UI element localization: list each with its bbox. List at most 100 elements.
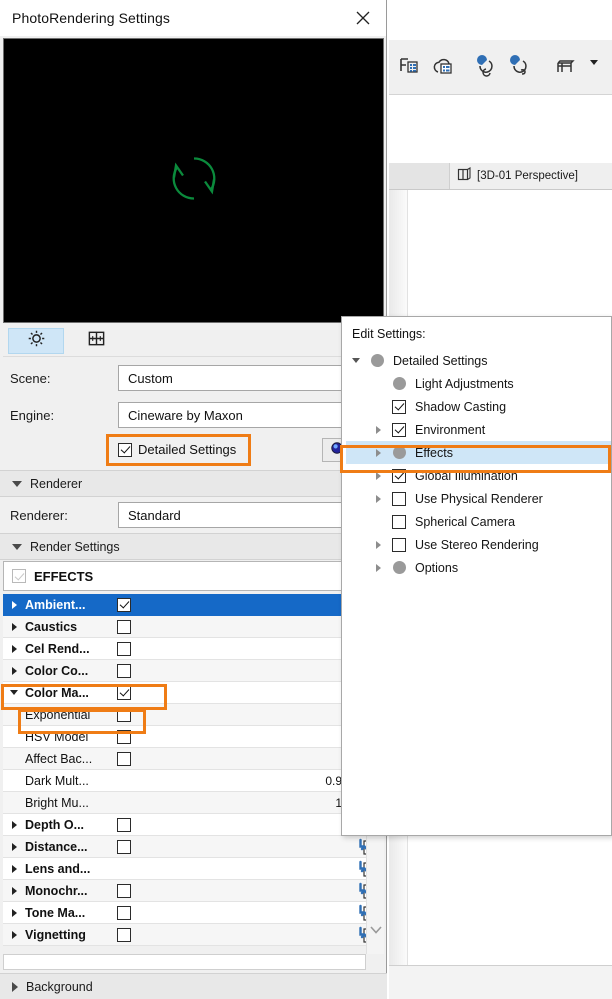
chevron-down-icon-2 bbox=[12, 543, 22, 550]
effects-list-row[interactable]: Ambient... bbox=[3, 594, 384, 616]
edit-settings-tree-row[interactable]: Use Stereo Rendering bbox=[346, 533, 611, 556]
chevron-right-icon[interactable] bbox=[368, 540, 388, 549]
dialog-title: PhotoRendering Settings bbox=[12, 10, 170, 26]
host-toolbar: $ bbox=[389, 40, 612, 95]
effects-row-checkbox[interactable] bbox=[117, 641, 157, 656]
engine-label: Engine: bbox=[10, 407, 55, 423]
edit-settings-tree-row[interactable]: Environment bbox=[346, 418, 611, 441]
edit-settings-tree-row[interactable]: Options bbox=[346, 556, 611, 579]
render-region-icon[interactable] bbox=[475, 55, 499, 79]
effects-row-checkbox[interactable] bbox=[117, 751, 157, 766]
effects-row-label: Monochr... bbox=[25, 883, 88, 898]
expand-arrow-right-icon[interactable] bbox=[3, 842, 25, 851]
chevron-right-icon[interactable] bbox=[368, 563, 388, 572]
expand-arrow-right-icon[interactable] bbox=[3, 622, 25, 631]
effects-row-checkbox[interactable] bbox=[117, 597, 157, 612]
expand-arrow-right-icon[interactable] bbox=[3, 908, 25, 917]
effects-list-row[interactable]: Distance... bbox=[3, 836, 384, 858]
filter-list-icon[interactable] bbox=[397, 55, 421, 79]
effects-checkbox bbox=[12, 569, 26, 583]
detailed-settings-row: Detailed Settings bbox=[0, 432, 387, 468]
effects-list-row[interactable]: Affect Bac... bbox=[3, 748, 384, 770]
color-mapping-highlight bbox=[1, 684, 167, 710]
close-icon[interactable] bbox=[350, 5, 376, 31]
exponential-highlight bbox=[18, 709, 146, 734]
view-tab-label-group: [3D-01 Perspective] bbox=[450, 167, 578, 185]
effects-row-checkbox[interactable] bbox=[117, 663, 157, 678]
expand-arrow-right-icon[interactable] bbox=[3, 886, 25, 895]
effects-row-checkbox[interactable] bbox=[117, 839, 157, 854]
effects-row-label: Lens and... bbox=[25, 861, 91, 876]
effects-list-row[interactable]: Cel Rend... bbox=[3, 638, 384, 660]
expand-arrow-right-icon[interactable] bbox=[3, 600, 25, 609]
edit-settings-tree-label: Spherical Camera bbox=[415, 514, 516, 529]
edit-settings-tree-label: Environment bbox=[415, 422, 486, 437]
edit-settings-tree-row[interactable]: Use Physical Renderer bbox=[346, 487, 611, 510]
effects-row-label: Distance... bbox=[25, 839, 88, 854]
edit-settings-tree-label: Use Stereo Rendering bbox=[415, 537, 539, 552]
detailed-settings-checkbox[interactable] bbox=[118, 442, 132, 457]
host-tab-strip bbox=[389, 95, 612, 164]
effects-field[interactable]: EFFECTS bbox=[3, 561, 343, 591]
effects-row-label: Ambient... bbox=[25, 597, 86, 612]
renderer-section-header[interactable]: Renderer bbox=[0, 470, 387, 497]
scene-row: Scene: Custom bbox=[0, 361, 387, 395]
effects-list-row[interactable]: Dark Mult... 0.9 bbox=[3, 770, 384, 792]
screen-root: $ [3D-01 Perspective] PhotoRendering Set… bbox=[0, 0, 612, 999]
detailed-settings-checkbox-group[interactable]: Detailed Settings bbox=[118, 442, 236, 457]
effects-list-row[interactable]: Color Co... bbox=[3, 660, 384, 682]
tab-layout[interactable] bbox=[68, 328, 124, 354]
host-view-tab[interactable]: [3D-01 Perspective] bbox=[389, 163, 612, 190]
expand-arrow-right-icon[interactable] bbox=[3, 644, 25, 653]
effects-list-row[interactable]: Bright Mu... 1 bbox=[3, 792, 384, 814]
edit-settings-popup: Edit Settings: Detailed Settings Light Ad… bbox=[340, 316, 612, 836]
chevron-down-icon[interactable] bbox=[346, 358, 366, 363]
render-settings-icon[interactable] bbox=[509, 55, 533, 79]
edit-settings-tree-row[interactable]: Spherical Camera bbox=[346, 510, 611, 533]
chevron-right-icon[interactable] bbox=[368, 425, 388, 434]
expand-arrow-right-icon[interactable] bbox=[3, 820, 25, 829]
effects-row-checkbox[interactable] bbox=[117, 905, 157, 920]
effects-label: EFFECTS bbox=[34, 568, 94, 584]
host-status-bar bbox=[389, 965, 612, 999]
effects-row-label: Dark Mult... bbox=[25, 773, 89, 788]
effects-list-row[interactable]: Lens and... bbox=[3, 858, 384, 880]
render-settings-section-header[interactable]: Render Settings bbox=[0, 533, 387, 560]
effects-row-checkbox[interactable] bbox=[117, 817, 157, 832]
expand-arrow-right-icon[interactable] bbox=[3, 930, 25, 939]
tree-checkbox[interactable] bbox=[388, 537, 410, 552]
edit-settings-tree-row[interactable]: Detailed Settings bbox=[346, 349, 611, 372]
view-tab-spacer bbox=[389, 163, 450, 189]
chevron-down-icon-scroll[interactable] bbox=[370, 922, 382, 940]
effects-list-row[interactable]: Monochr... bbox=[3, 880, 384, 902]
effects-list-footer bbox=[3, 954, 366, 970]
effects-row-label: Depth O... bbox=[25, 817, 85, 832]
edit-settings-tree-row[interactable]: Shadow Casting bbox=[346, 395, 611, 418]
effects-list-row[interactable]: Caustics bbox=[3, 616, 384, 638]
renderer-section-label: Renderer bbox=[30, 476, 83, 491]
dropdown-caret-icon[interactable] bbox=[587, 55, 601, 79]
table-icon[interactable] bbox=[553, 55, 577, 79]
effects-row-checkbox[interactable] bbox=[117, 619, 157, 634]
background-section-header[interactable]: Background bbox=[0, 973, 387, 999]
tree-checkbox[interactable] bbox=[388, 399, 410, 414]
tree-checkbox[interactable] bbox=[388, 422, 410, 437]
tree-checkbox[interactable] bbox=[388, 491, 410, 506]
effects-list-row[interactable]: Vignetting bbox=[3, 924, 384, 946]
cloud-list-icon[interactable] bbox=[431, 55, 455, 79]
edit-settings-tree-row[interactable]: Light Adjustments bbox=[346, 372, 611, 395]
expand-arrow-right-icon[interactable] bbox=[3, 666, 25, 675]
chevron-right-icon[interactable] bbox=[368, 494, 388, 503]
edit-settings-tree-label: Options bbox=[415, 560, 459, 575]
effects-row-checkbox[interactable] bbox=[117, 883, 157, 898]
photorendering-settings-dialog: PhotoRendering Settings Scene: Custom En… bbox=[0, 0, 387, 999]
effects-list-row[interactable]: Depth O... bbox=[3, 814, 384, 836]
effects-list-row[interactable]: Tone Ma... bbox=[3, 902, 384, 924]
expand-arrow-right-icon[interactable] bbox=[3, 864, 25, 873]
tree-checkbox[interactable] bbox=[388, 514, 410, 529]
effects-row-label: Tone Ma... bbox=[25, 905, 86, 920]
tab-settings[interactable] bbox=[8, 327, 64, 354]
render-settings-section-label: Render Settings bbox=[30, 539, 120, 554]
effects-list[interactable]: Ambient... Caustics Cel Rend... Color Co...… bbox=[3, 594, 384, 954]
effects-row-checkbox[interactable] bbox=[117, 927, 157, 942]
